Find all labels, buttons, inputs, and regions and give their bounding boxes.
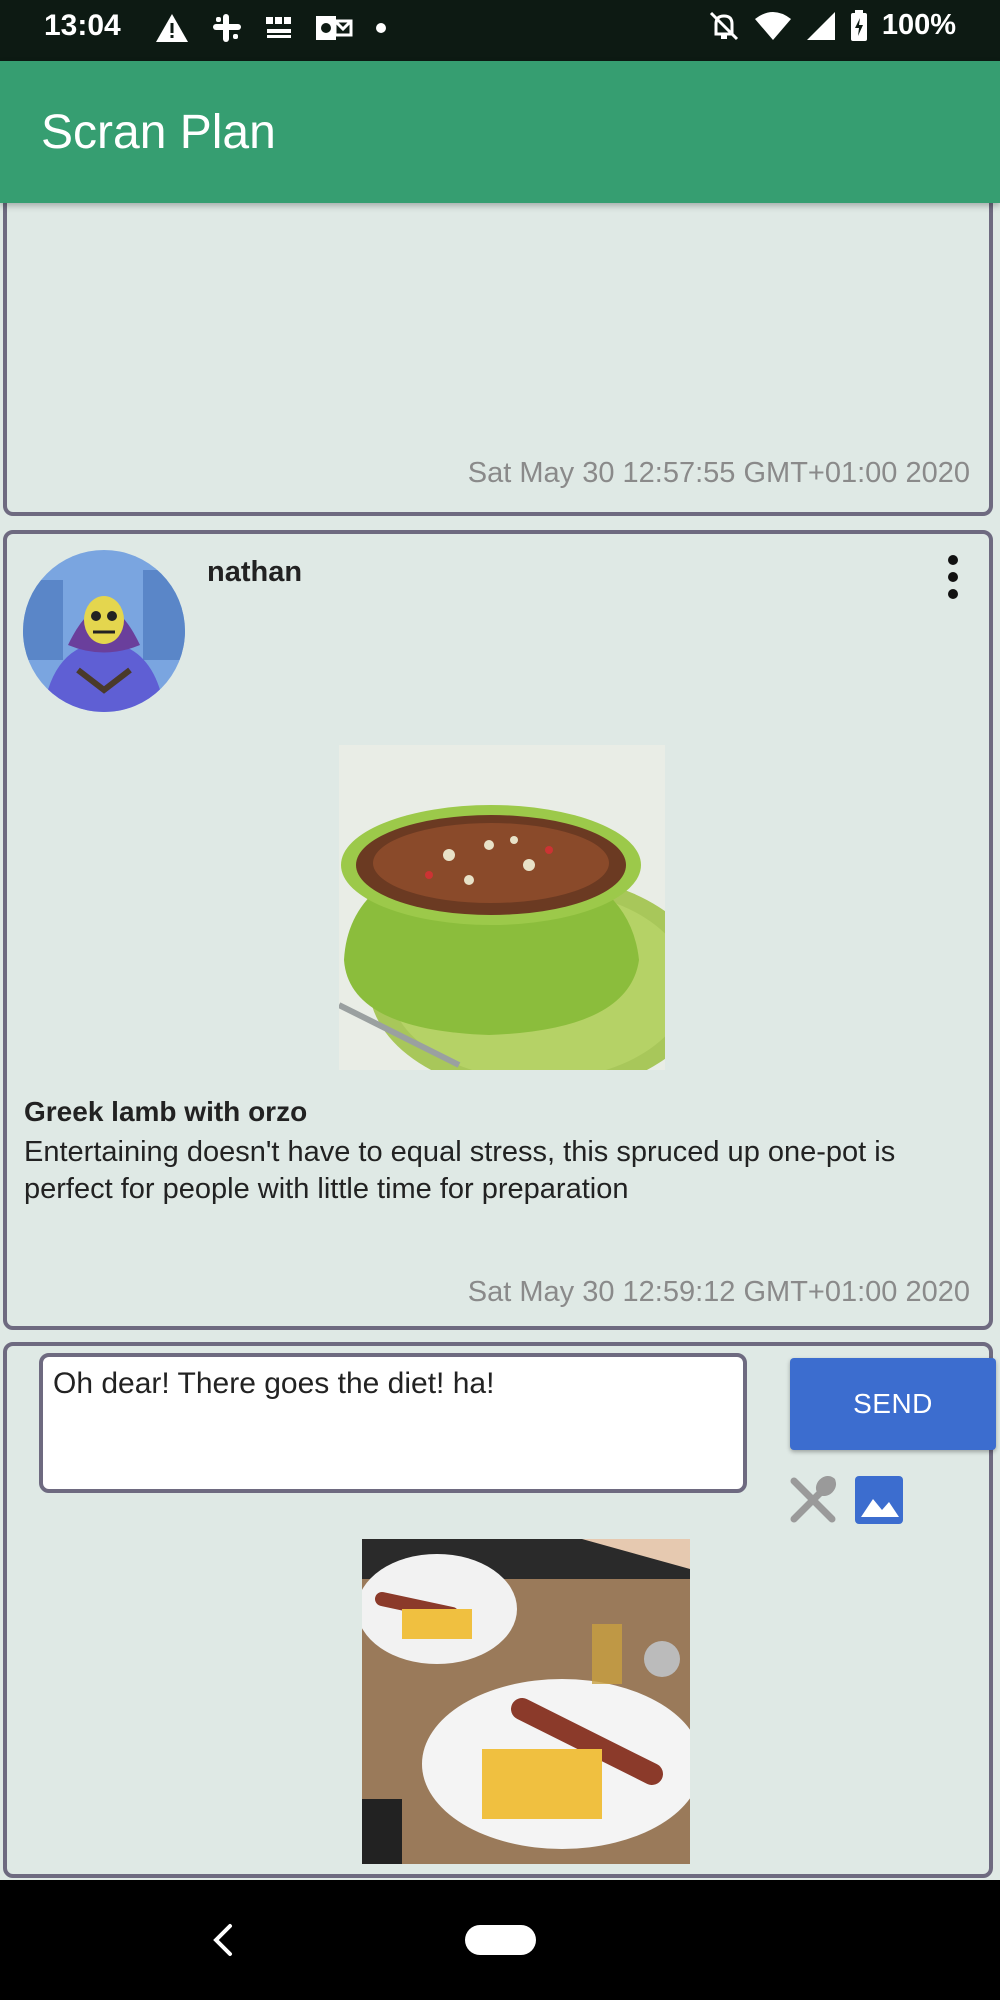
attached-image[interactable] <box>362 1539 690 1864</box>
post-card: Sat May 30 12:57:55 GMT+01:00 2020 <box>3 195 993 516</box>
recipe-description: Entertaining doesn't have to equal stres… <box>24 1136 896 1205</box>
notification-icons <box>155 12 387 44</box>
battery-percentage: 100% <box>881 9 956 41</box>
battery-icon <box>850 9 867 41</box>
post-timestamp: Sat May 30 12:59:12 GMT+01:00 2020 <box>467 1276 970 1308</box>
navigation-bar <box>0 1880 1000 2000</box>
do-not-disturb-icon <box>709 11 738 40</box>
recipe-image[interactable] <box>339 745 665 1070</box>
post-username[interactable]: nathan <box>207 556 302 589</box>
more-options-icon[interactable] <box>943 554 963 600</box>
signal-icon <box>806 11 835 40</box>
compose-card: Oh dear! There goes the diet! ha! SEND <box>3 1342 996 1878</box>
recipe-title[interactable]: Greek lamb with orzo <box>24 1096 307 1128</box>
recipe-icon[interactable] <box>786 1473 840 1527</box>
system-icons: 100% <box>708 9 956 42</box>
status-bar: 13:04 100% <box>0 0 1000 61</box>
avatar[interactable] <box>23 550 185 712</box>
slack-icon <box>213 14 241 42</box>
wifi-icon <box>754 11 791 40</box>
outlook-icon <box>316 16 353 40</box>
back-icon[interactable] <box>208 1923 238 1957</box>
warning-icon <box>156 14 188 42</box>
home-button[interactable] <box>465 1925 536 1955</box>
image-icon[interactable] <box>852 1473 906 1527</box>
post-timestamp: Sat May 30 12:57:55 GMT+01:00 2020 <box>467 457 970 489</box>
app-title: Scran Plan <box>41 106 276 159</box>
dot-icon <box>376 23 386 33</box>
status-time: 13:04 <box>44 9 121 42</box>
app-bar: Scran Plan <box>0 61 1000 203</box>
send-button[interactable]: SEND <box>790 1358 996 1450</box>
message-input[interactable]: Oh dear! There goes the diet! ha! <box>39 1353 747 1493</box>
post-card: nathan Greek lamb with orzo Entertaining… <box>3 530 993 1330</box>
bbc-news-icon <box>266 17 291 38</box>
